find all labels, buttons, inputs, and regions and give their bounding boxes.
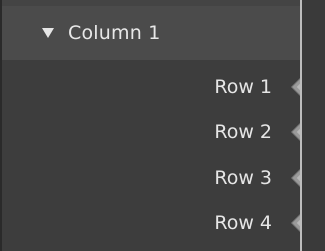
list-item-row-2: Row 2: [2, 110, 311, 156]
column-title: Column 1: [68, 22, 161, 44]
row-label: Row 2: [214, 121, 272, 144]
column-header[interactable]: Column 1: [2, 6, 300, 60]
row-label: Row 1: [214, 75, 272, 98]
node-panel: Column 1 Row 1 Row 2 Row 3 Row 4: [0, 0, 325, 251]
list-item-row-1: Row 1: [2, 64, 311, 110]
triangle-down-icon[interactable]: [42, 28, 54, 38]
row-label: Row 4: [214, 212, 272, 235]
list-item-row-3: Row 3: [2, 155, 311, 201]
row-list: Row 1 Row 2 Row 3 Row 4: [2, 64, 311, 247]
row-label: Row 3: [214, 166, 272, 189]
list-item-row-4: Row 4: [2, 201, 311, 247]
right-area: [302, 0, 325, 251]
